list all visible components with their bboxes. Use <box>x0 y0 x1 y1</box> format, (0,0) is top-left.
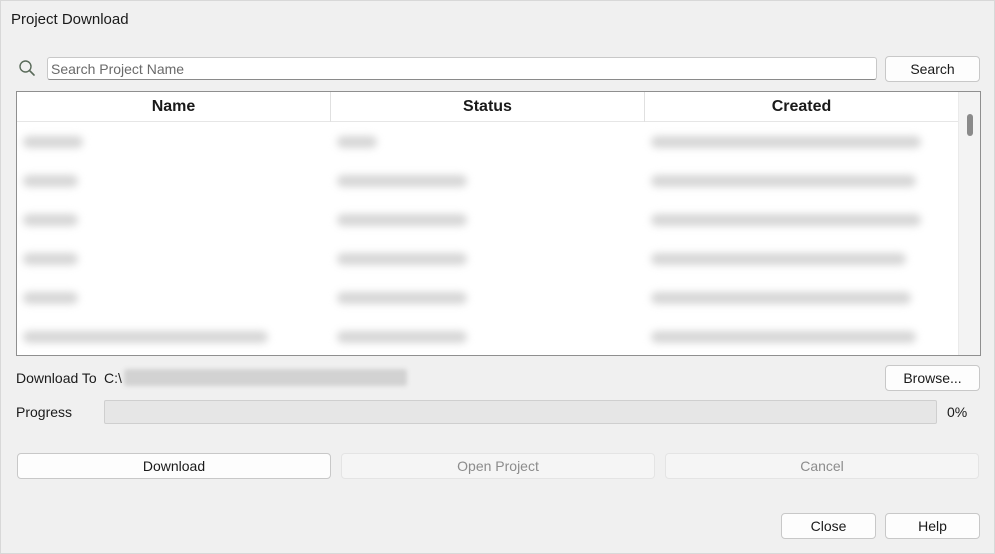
table-row[interactable] <box>17 278 958 317</box>
table-cell <box>331 161 645 200</box>
table-scrollbar[interactable] <box>958 92 980 355</box>
table-header: Name Status Created <box>17 92 958 122</box>
table-row[interactable] <box>17 122 958 161</box>
search-button[interactable]: Search <box>885 56 980 82</box>
projects-table[interactable]: Name Status Created <box>16 91 981 356</box>
browse-button[interactable]: Browse... <box>885 365 980 391</box>
table-cell <box>331 278 645 317</box>
table-cell <box>645 200 958 239</box>
download-path-value: C:\ <box>104 370 122 386</box>
table-cell <box>645 122 958 161</box>
cancel-button[interactable]: Cancel <box>665 453 979 479</box>
table-row[interactable] <box>17 200 958 239</box>
table-cell <box>331 239 645 278</box>
column-header-status[interactable]: Status <box>331 92 645 122</box>
column-header-name[interactable]: Name <box>17 92 331 122</box>
table-cell <box>331 200 645 239</box>
table-cell <box>17 239 331 278</box>
table-cell <box>331 122 645 161</box>
table-cell <box>331 317 645 355</box>
search-icon <box>18 59 36 77</box>
table-row[interactable] <box>17 239 958 278</box>
table-cell <box>645 161 958 200</box>
open-project-button[interactable]: Open Project <box>341 453 655 479</box>
progress-bar <box>104 400 937 424</box>
progress-label: Progress <box>16 404 73 420</box>
table-cell <box>17 161 331 200</box>
close-button[interactable]: Close <box>781 513 876 539</box>
table-cell <box>17 278 331 317</box>
search-input[interactable] <box>47 57 877 80</box>
table-cell <box>645 278 958 317</box>
column-header-created[interactable]: Created <box>645 92 958 122</box>
download-to-label: Download To <box>16 370 97 386</box>
table-cell <box>17 122 331 161</box>
table-row[interactable] <box>17 161 958 200</box>
table-cell <box>645 317 958 355</box>
table-body <box>17 122 958 355</box>
dialog-title: Project Download <box>11 11 129 28</box>
table-cell <box>645 239 958 278</box>
download-path-redacted <box>124 369 407 386</box>
progress-percent: 0% <box>947 404 968 420</box>
table-row[interactable] <box>17 317 958 355</box>
table-cell <box>17 317 331 355</box>
scrollbar-thumb[interactable] <box>967 114 973 136</box>
download-button[interactable]: Download <box>17 453 331 479</box>
project-download-dialog: Project Download Search Name Status Crea… <box>0 0 995 554</box>
help-button[interactable]: Help <box>885 513 980 539</box>
table-cell <box>17 200 331 239</box>
